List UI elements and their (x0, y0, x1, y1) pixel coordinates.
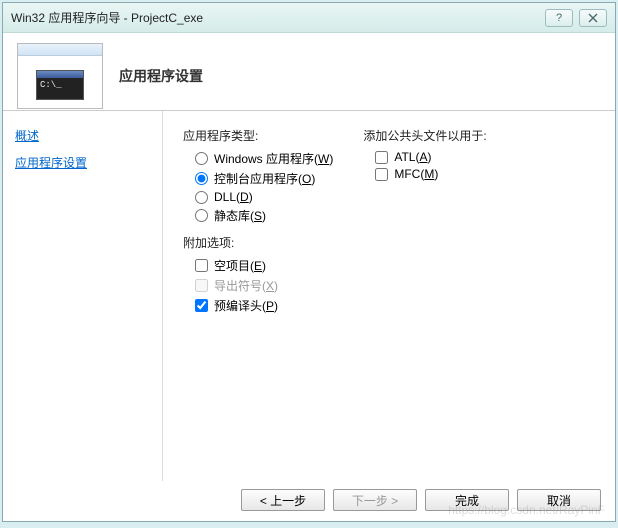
check-precompiled-header[interactable]: 预编译头(P) (195, 297, 333, 314)
radio-console-app[interactable]: 控制台应用程序(O) (195, 170, 333, 187)
finish-button[interactable]: 完成 (425, 489, 509, 511)
radio-windows-input[interactable] (195, 152, 208, 165)
check-empty-label: 空项目(E) (214, 257, 266, 274)
radio-console-label: 控制台应用程序(O) (214, 170, 315, 187)
check-atl-input[interactable] (375, 151, 388, 164)
check-mfc-label: MFC(M) (394, 167, 438, 181)
sidebar-item-overview[interactable]: 概述 (15, 127, 150, 144)
check-pch-label: 预编译头(P) (214, 297, 278, 314)
button-row: < 上一步 下一步 > 完成 取消 (241, 489, 601, 511)
wizard-window: Win32 应用程序向导 - ProjectC_exe ? C:\_ 应用程序设… (2, 2, 616, 522)
check-mfc[interactable]: MFC(M) (375, 167, 486, 181)
wizard-body: 概述 应用程序设置 应用程序类型: Windows 应用程序(W) 控制台应用程… (3, 111, 615, 481)
next-button: 下一步 > (333, 489, 417, 511)
sidebar: 概述 应用程序设置 (3, 111, 163, 481)
sidebar-item-app-settings[interactable]: 应用程序设置 (15, 154, 150, 171)
headers-label: 添加公共头文件以用于: (363, 127, 486, 144)
prev-button[interactable]: < 上一步 (241, 489, 325, 511)
check-export-label: 导出符号(X) (214, 277, 278, 294)
radio-static-input[interactable] (195, 209, 208, 222)
main-panel: 应用程序类型: Windows 应用程序(W) 控制台应用程序(O) DLL(D… (163, 111, 615, 481)
check-mfc-input[interactable] (375, 168, 388, 181)
close-button[interactable] (579, 9, 607, 27)
check-atl-label: ATL(A) (394, 150, 431, 164)
radio-dll-input[interactable] (195, 191, 208, 204)
col-left: 应用程序类型: Windows 应用程序(W) 控制台应用程序(O) DLL(D… (183, 127, 333, 465)
titlebar: Win32 应用程序向导 - ProjectC_exe ? (3, 3, 615, 33)
check-pch-input[interactable] (195, 299, 208, 312)
radio-static[interactable]: 静态库(S) (195, 207, 333, 224)
col-right: 添加公共头文件以用于: ATL(A) MFC(M) (363, 127, 486, 465)
window-title: Win32 应用程序向导 - ProjectC_exe (11, 9, 539, 26)
addl-label: 附加选项: (183, 234, 333, 251)
radio-windows-app[interactable]: Windows 应用程序(W) (195, 150, 333, 167)
radio-console-input[interactable] (195, 172, 208, 185)
check-export-input (195, 279, 208, 292)
cancel-button[interactable]: 取消 (517, 489, 601, 511)
radio-static-label: 静态库(S) (214, 207, 266, 224)
wizard-header: C:\_ 应用程序设置 (3, 33, 615, 111)
page-title: 应用程序设置 (119, 66, 203, 86)
check-export-symbols: 导出符号(X) (195, 277, 333, 294)
close-icon (588, 13, 598, 23)
radio-dll-label: DLL(D) (214, 190, 253, 204)
app-type-label: 应用程序类型: (183, 127, 333, 144)
check-empty-input[interactable] (195, 259, 208, 272)
radio-dll[interactable]: DLL(D) (195, 190, 333, 204)
radio-windows-label: Windows 应用程序(W) (214, 150, 333, 167)
check-atl[interactable]: ATL(A) (375, 150, 486, 164)
check-empty-project[interactable]: 空项目(E) (195, 257, 333, 274)
help-button[interactable]: ? (545, 9, 573, 27)
wizard-icon: C:\_ (17, 43, 103, 109)
